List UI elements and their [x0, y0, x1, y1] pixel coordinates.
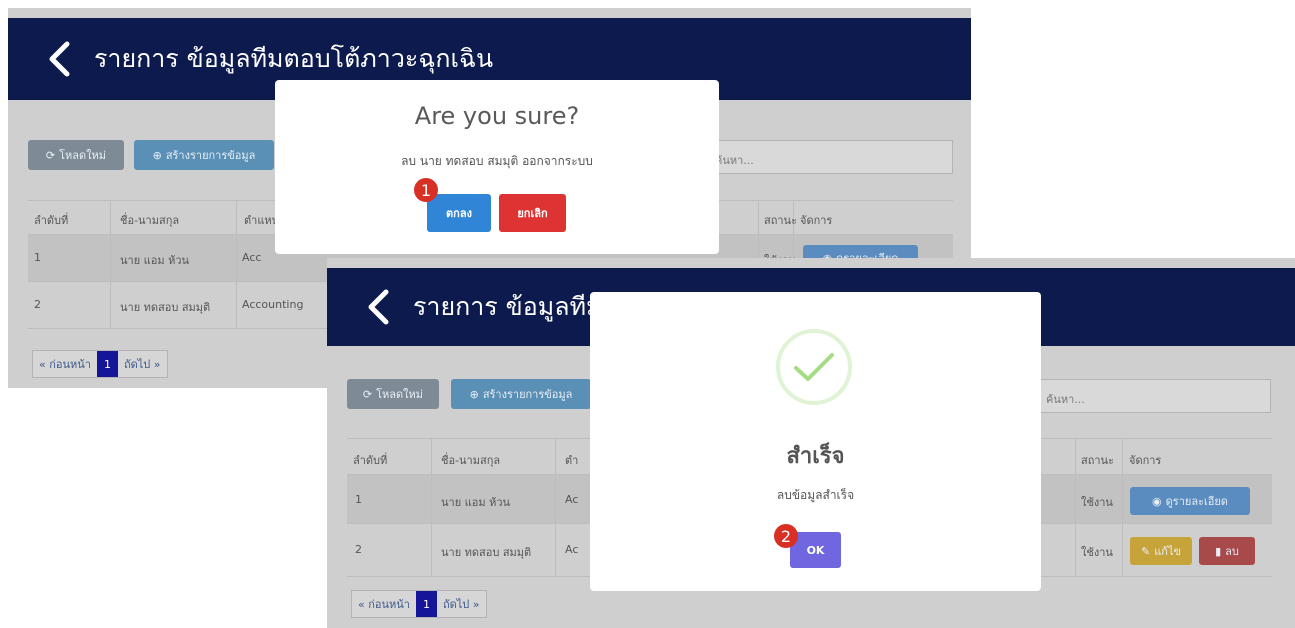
pagination-prev[interactable]: « ก่อนหน้า: [33, 351, 97, 377]
pagination: « ก่อนหน้า 1 ถัดไป »: [32, 350, 168, 378]
plus-circle-icon: ⊕: [469, 387, 479, 401]
pagination-prev[interactable]: « ก่อนหน้า: [352, 591, 416, 617]
eye-icon: ◉: [1152, 494, 1162, 508]
divider: [555, 439, 556, 577]
create-label: สร้างรายการข้อมูล: [165, 149, 256, 162]
dialog-text: ลบ นาย ทดสอบ สมมุติ ออกจากระบบ: [401, 154, 593, 168]
row2-name: นาย ทดสอบ สมมุติ: [120, 301, 211, 314]
search-input[interactable]: ค้นหา...: [708, 140, 953, 174]
top-strip: [8, 8, 971, 18]
row2-name: นาย ทดสอบ สมมุติ: [441, 546, 532, 559]
cancel-button[interactable]: ยกเลิก: [499, 194, 566, 232]
divider: [1122, 439, 1123, 577]
create-button[interactable]: ⊕ สร้างรายการข้อมูล: [451, 379, 591, 409]
create-button[interactable]: ⊕ สร้างรายการข้อมูล: [134, 140, 274, 170]
col-header-no: ลำดับที่: [353, 454, 388, 467]
refresh-icon: ⟳: [362, 387, 373, 401]
col-header-status: สถานะ: [764, 214, 797, 227]
divider: [110, 201, 111, 329]
detail-label: ดูรายละเอียด: [1165, 495, 1228, 508]
col-header-name: ชื่อ-นามสกุล: [120, 214, 180, 227]
page-title: รายการ ข้อมูลทีมตอบโต้ภาวะฉุกเฉิน: [94, 44, 494, 73]
edit-label: แก้ไข: [1154, 545, 1182, 558]
row2-no: 2: [355, 543, 362, 556]
edit-button[interactable]: ✎ แก้ไข: [1130, 537, 1192, 565]
row1-position: Acc: [242, 251, 262, 264]
pagination-page-1[interactable]: 1: [415, 591, 437, 617]
detail-button[interactable]: ◉ ดูรายละเอียด: [1130, 487, 1250, 515]
confirm-button[interactable]: ตกลง: [427, 194, 491, 232]
pagination-next[interactable]: ถัดไป »: [118, 351, 167, 377]
col-header-position: ตำ: [565, 454, 579, 467]
row1-no: 1: [34, 251, 41, 264]
reload-label: โหลดใหม่: [376, 388, 424, 401]
pencil-icon: ✎: [1140, 544, 1151, 558]
dialog-title: Are you sure?: [414, 102, 580, 130]
dialog-title: สำเร็จ: [786, 444, 845, 469]
row2-position: Ac: [565, 543, 579, 556]
create-label: สร้างรายการข้อมูล: [482, 388, 573, 401]
success-dialog: สำเร็จ ลบข้อมูลสำเร็จ OK 2: [590, 292, 1041, 591]
row1-no: 1: [355, 493, 362, 506]
divider: [431, 439, 432, 577]
delete-button[interactable]: ▮ ลบ: [1199, 537, 1255, 565]
col-header-status: สถานะ: [1081, 454, 1114, 467]
row1-name: นาย แอม ห้วน: [441, 496, 511, 509]
page-title: รายการ ข้อมูลทีม: [413, 292, 603, 321]
top-strip: [327, 258, 1295, 268]
back-arrow-icon[interactable]: [30, 30, 88, 88]
row1-name: นาย แอม ห้วน: [120, 254, 190, 267]
pagination-page-1[interactable]: 1: [96, 351, 118, 377]
dialog-text: ลบข้อมูลสำเร็จ: [776, 488, 855, 502]
row2-status: ใช้งาน: [1081, 546, 1113, 559]
divider: [1075, 439, 1076, 577]
row2-no: 2: [34, 298, 41, 311]
success-check-icon: [776, 329, 852, 405]
pagination-next[interactable]: ถัดไป »: [437, 591, 486, 617]
confirm-delete-dialog: Are you sure? ลบ นาย ทดสอบ สมมุติ ออกจาก…: [275, 80, 719, 254]
delete-label: ลบ: [1225, 545, 1239, 558]
plus-circle-icon: ⊕: [152, 148, 162, 162]
col-header-action: จัดการ: [1129, 454, 1162, 467]
pagination: « ก่อนหน้า 1 ถัดไป »: [351, 590, 487, 618]
refresh-icon: ⟳: [45, 148, 56, 162]
step-badge: 2: [774, 524, 798, 548]
col-header-action: จัดการ: [800, 214, 833, 227]
reload-button[interactable]: ⟳ โหลดใหม่: [28, 140, 124, 170]
reload-button[interactable]: ⟳ โหลดใหม่: [347, 379, 439, 409]
reload-label: โหลดใหม่: [59, 149, 107, 162]
back-arrow-icon[interactable]: [349, 278, 407, 336]
search-input[interactable]: ค้นหา...: [1039, 379, 1271, 413]
row1-position: Ac: [565, 493, 579, 506]
divider: [236, 201, 237, 329]
step-badge: 1: [414, 178, 438, 202]
col-header-name: ชื่อ-นามสกุล: [441, 454, 501, 467]
row2-position: Accounting: [242, 298, 304, 311]
col-header-no: ลำดับที่: [34, 214, 69, 227]
row1-status: ใช้งาน: [1081, 496, 1113, 509]
trash-icon: ▮: [1215, 544, 1222, 558]
